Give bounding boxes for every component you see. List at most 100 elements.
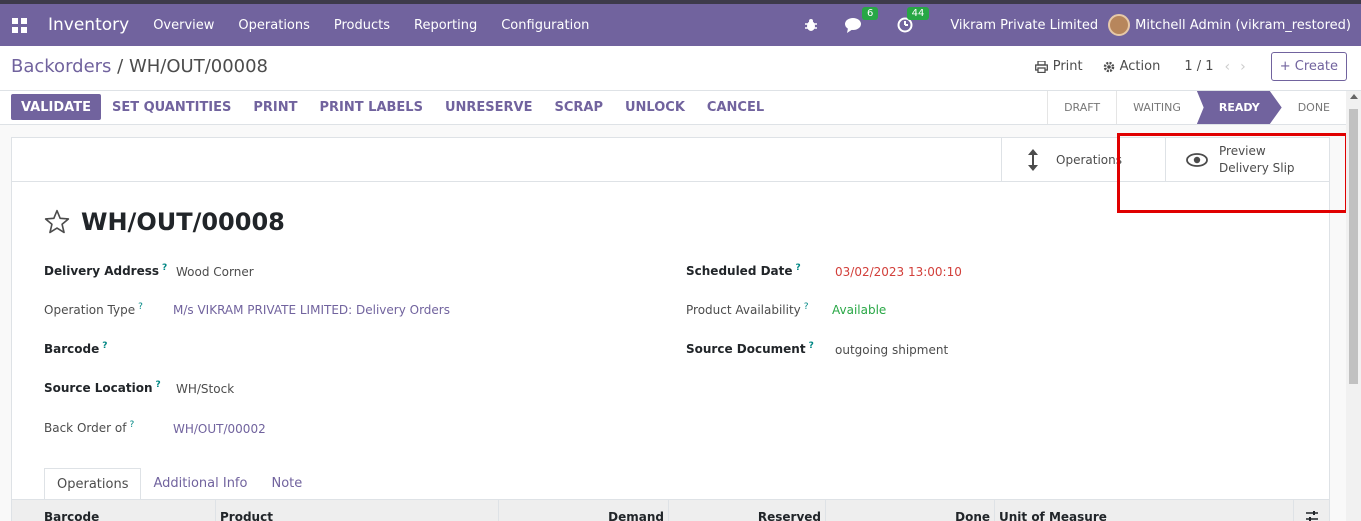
source-location-label-text: Source Location bbox=[44, 381, 153, 395]
menu-operations[interactable]: Operations bbox=[238, 18, 309, 33]
column-barcode[interactable]: Barcode bbox=[12, 500, 216, 521]
help-tooltip-icon[interactable]: ? bbox=[162, 263, 167, 273]
help-tooltip-icon[interactable]: ? bbox=[796, 263, 801, 273]
page-title: WH/OUT/00008 bbox=[81, 208, 285, 236]
product-availability-label-text: Product Availability bbox=[686, 303, 801, 317]
page-scrollbar[interactable] bbox=[1346, 91, 1361, 521]
stage-pipeline: DRAFT WAITING READY DONE bbox=[1047, 91, 1346, 124]
create-button[interactable]: + Create bbox=[1270, 52, 1347, 81]
create-label: Create bbox=[1294, 59, 1338, 74]
column-demand[interactable]: Demand bbox=[499, 500, 669, 521]
star-icon[interactable] bbox=[44, 209, 70, 235]
highlight-box bbox=[1117, 133, 1348, 213]
operation-type-field[interactable]: M/s VIKRAM PRIVATE LIMITED: Delivery Ord… bbox=[173, 303, 450, 317]
vertical-arrows-icon bbox=[1028, 149, 1038, 171]
stage-draft[interactable]: DRAFT bbox=[1047, 91, 1116, 124]
scheduled-date-label-text: Scheduled Date bbox=[686, 264, 793, 278]
messages-count-badge: 6 bbox=[861, 7, 879, 20]
scheduled-date-field[interactable]: 03/02/2023 13:00:10 bbox=[835, 265, 962, 279]
company-switcher[interactable]: Vikram Private Limited bbox=[950, 18, 1098, 33]
breadcrumb-current: WH/OUT/00008 bbox=[128, 56, 269, 77]
action-label: Action bbox=[1119, 59, 1161, 74]
column-reserved[interactable]: Reserved bbox=[669, 500, 826, 521]
column-done[interactable]: Done bbox=[826, 500, 995, 521]
source-document-label-text: Source Document bbox=[686, 342, 806, 356]
messages-icon[interactable]: 6 bbox=[844, 7, 879, 35]
breadcrumb-separator: / bbox=[111, 56, 129, 77]
operation-type-label: Operation Type? bbox=[44, 302, 143, 317]
operation-type-label-text: Operation Type bbox=[44, 303, 136, 317]
scroll-up-icon[interactable] bbox=[1350, 94, 1358, 99]
print-label: Print bbox=[1052, 59, 1083, 74]
tab-note[interactable]: Note bbox=[259, 468, 314, 501]
help-tooltip-icon[interactable]: ? bbox=[804, 302, 809, 312]
scrollbar-thumb[interactable] bbox=[1349, 109, 1358, 384]
gear-icon bbox=[1103, 61, 1114, 72]
breadcrumb: Backorders / WH/OUT/00008 bbox=[11, 56, 268, 77]
column-settings-icon[interactable] bbox=[1294, 500, 1329, 521]
column-unit-of-measure[interactable]: Unit of Measure bbox=[995, 500, 1294, 521]
printer-icon bbox=[1034, 60, 1048, 73]
product-availability-label: Product Availability? bbox=[686, 302, 809, 317]
back-order-of-label-text: Back Order of bbox=[44, 421, 127, 435]
menu-configuration[interactable]: Configuration bbox=[501, 18, 589, 33]
help-tooltip-icon[interactable]: ? bbox=[129, 420, 134, 430]
pager-next-icon[interactable]: › bbox=[1240, 59, 1246, 75]
set-quantities-button[interactable]: SET QUANTITIES bbox=[101, 94, 242, 120]
print-labels-button[interactable]: PRINT LABELS bbox=[309, 94, 434, 120]
notebook-tabs: Operations Additional Info Note bbox=[44, 468, 314, 501]
stage-done[interactable]: DONE bbox=[1282, 91, 1346, 124]
menu-products[interactable]: Products bbox=[334, 18, 390, 33]
record-title-row: WH/OUT/00008 bbox=[44, 208, 285, 236]
tab-operations[interactable]: Operations bbox=[44, 468, 142, 501]
user-name: Mitchell Admin (vikram_restored) bbox=[1135, 17, 1351, 33]
source-location-field[interactable]: WH/Stock bbox=[176, 382, 234, 396]
plus-icon: + bbox=[1279, 59, 1291, 74]
delivery-address-field[interactable]: Wood Corner bbox=[176, 265, 254, 279]
form-statusbar: VALIDATE SET QUANTITIES PRINT PRINT LABE… bbox=[0, 91, 1346, 125]
pager-previous-icon[interactable]: ‹ bbox=[1225, 59, 1231, 75]
stage-waiting[interactable]: WAITING bbox=[1116, 91, 1197, 124]
unlock-button[interactable]: UNLOCK bbox=[614, 94, 696, 120]
stage-ready[interactable]: READY bbox=[1196, 91, 1282, 124]
scheduled-date-label: Scheduled Date? bbox=[686, 263, 801, 278]
help-tooltip-icon[interactable]: ? bbox=[138, 302, 143, 312]
menu-reporting[interactable]: Reporting bbox=[414, 18, 477, 33]
help-tooltip-icon[interactable]: ? bbox=[156, 380, 161, 390]
bug-icon[interactable] bbox=[801, 15, 821, 35]
product-availability-field: Available bbox=[832, 303, 887, 317]
validate-button[interactable]: VALIDATE bbox=[11, 94, 101, 120]
top-navbar: Inventory Overview Operations Products R… bbox=[0, 0, 1361, 46]
pager-value[interactable]: 1 / 1 bbox=[1184, 59, 1213, 74]
print-menu-button[interactable]: Print bbox=[1034, 59, 1083, 74]
column-product[interactable]: Product bbox=[216, 500, 499, 521]
user-menu[interactable]: Mitchell Admin (vikram_restored) bbox=[1108, 14, 1351, 36]
action-menu-button[interactable]: Action bbox=[1103, 59, 1161, 74]
operations-smart-label: Operations bbox=[1056, 152, 1122, 167]
avatar bbox=[1108, 14, 1131, 36]
tab-additional-info[interactable]: Additional Info bbox=[141, 468, 259, 501]
barcode-label: Barcode? bbox=[44, 341, 107, 356]
help-tooltip-icon[interactable]: ? bbox=[102, 341, 107, 351]
delivery-address-label-text: Delivery Address bbox=[44, 264, 160, 278]
source-document-label: Source Document? bbox=[686, 341, 814, 356]
delivery-address-label: Delivery Address? bbox=[44, 263, 167, 278]
control-panel: Backorders / WH/OUT/00008 Print Action 1… bbox=[0, 46, 1361, 91]
source-document-field[interactable]: outgoing shipment bbox=[835, 343, 948, 357]
activities-count-badge: 44 bbox=[906, 7, 930, 20]
activities-clock-icon[interactable]: 44 bbox=[895, 7, 930, 35]
apps-menu-icon[interactable] bbox=[0, 4, 38, 46]
operations-table-header: Barcode Product Demand Reserved Done Uni… bbox=[12, 499, 1329, 521]
scrap-button[interactable]: SCRAP bbox=[543, 94, 614, 120]
source-location-label: Source Location? bbox=[44, 380, 161, 395]
app-name[interactable]: Inventory bbox=[48, 15, 129, 35]
menu-overview[interactable]: Overview bbox=[153, 18, 214, 33]
back-order-of-field[interactable]: WH/OUT/00002 bbox=[173, 422, 266, 436]
barcode-label-text: Barcode bbox=[44, 342, 100, 356]
back-order-of-label: Back Order of? bbox=[44, 420, 134, 435]
print-button[interactable]: PRINT bbox=[242, 94, 308, 120]
breadcrumb-parent-link[interactable]: Backorders bbox=[11, 56, 111, 77]
cancel-button[interactable]: CANCEL bbox=[696, 94, 775, 120]
unreserve-button[interactable]: UNRESERVE bbox=[434, 94, 544, 120]
help-tooltip-icon[interactable]: ? bbox=[809, 341, 814, 351]
